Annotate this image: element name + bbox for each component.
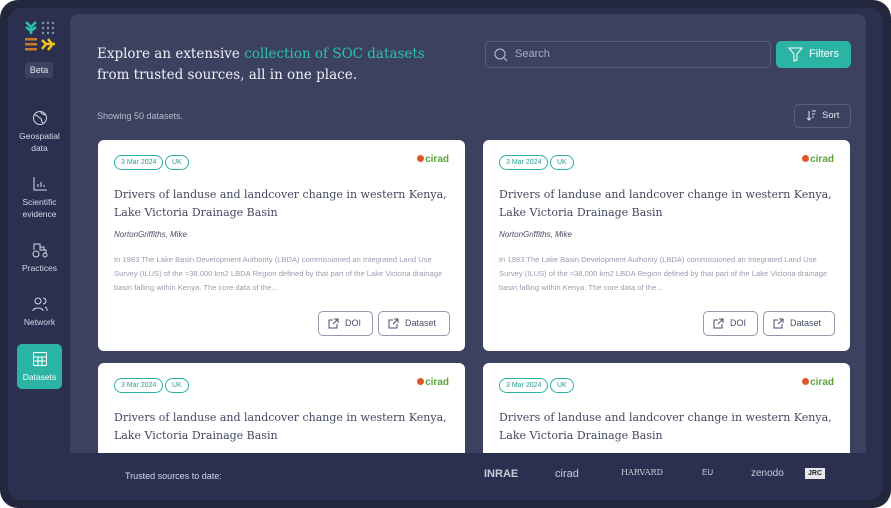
sidebar-item-datasets[interactable]: Datasets [17,344,62,389]
dataset-card[interactable]: 3 Mar 2024 UK cirad Drivers of landuse a… [98,140,465,351]
search-icon [494,48,508,62]
source-logo: cirad [802,154,834,165]
dataset-author: NortonGriffiths, Mike [114,230,187,239]
filters-button[interactable]: Filters [776,41,851,68]
bar-chart-icon [33,177,47,191]
source-logo-inrae: INRAE [484,468,519,480]
beta-badge: Beta [25,62,53,78]
dataset-description: In 1983 The Lake Basin Development Autho… [499,255,828,292]
date-badge: 3 Mar 2024 [499,378,549,393]
dataset-title[interactable]: Drivers of landuse and landcover change … [499,186,844,222]
users-icon [32,297,47,312]
sidebar-item-practices[interactable]: Practices [17,242,62,274]
source-logo-eu: EU [702,468,714,477]
sidebar-item-geospatial[interactable]: Geospatial data [17,110,62,154]
date-badge: 3 Mar 2024 [499,155,549,170]
dataset-button[interactable]: Dataset [378,311,450,336]
source-logo: cirad [802,377,834,388]
dataset-card[interactable]: 3 Mar 2024 UK cirad Drivers of landuse a… [483,363,850,453]
source-logo: cirad [417,377,449,388]
dataset-title[interactable]: Drivers of landuse and landcover change … [114,186,459,222]
sidebar: Beta Geospatial data Scientific evidence… [8,8,70,500]
country-badge: UK [550,155,574,170]
source-logo-cirad: cirad [555,468,579,480]
date-badge: 3 Mar 2024 [114,378,164,393]
doi-button[interactable]: DOI [703,311,758,336]
source-logo-harvard: HARVARD [621,468,663,477]
app-frame: Beta Geospatial data Scientific evidence… [0,0,891,508]
dataset-title[interactable]: Drivers of landuse and landcover change … [114,409,459,445]
country-badge: UK [165,155,189,170]
trusted-sources-label: Trusted sources to date: [125,471,222,481]
globe-icon [32,111,47,125]
sort-button[interactable]: Sort [794,104,851,128]
logo-icon [25,21,55,51]
country-badge: UK [550,378,574,393]
page-headline: Explore an extensive collection of SOC d… [97,46,425,83]
sidebar-item-network[interactable]: Network [17,296,62,328]
search-input[interactable]: Search [485,41,771,68]
date-badge: 3 Mar 2024 [114,155,164,170]
dataset-button[interactable]: Dataset [763,311,835,336]
table-icon [32,352,47,366]
results-count: Showing 50 datasets. [97,111,184,121]
sort-icon [806,110,816,121]
source-logo-jrc: JRC [805,468,826,479]
doi-button[interactable]: DOI [318,311,373,336]
sidebar-item-scientific[interactable]: Scientific evidence [17,176,62,220]
dataset-description: In 1983 The Lake Basin Development Autho… [114,255,443,292]
source-logo: cirad [417,154,449,165]
country-badge: UK [165,378,189,393]
dataset-author: NortonGriffiths, Mike [499,230,572,239]
tractor-icon [32,243,47,258]
dataset-card[interactable]: 3 Mar 2024 UK cirad Drivers of landuse a… [483,140,850,351]
filter-icon [788,47,803,62]
source-logo-zenodo: zenodo [751,468,784,479]
footer: Trusted sources to date: INRAE cirad HAR… [70,454,883,500]
dataset-title[interactable]: Drivers of landuse and landcover change … [499,409,844,445]
dataset-card[interactable]: 3 Mar 2024 UK cirad Drivers of landuse a… [98,363,465,453]
main-panel: Explore an extensive collection of SOC d… [70,14,866,453]
